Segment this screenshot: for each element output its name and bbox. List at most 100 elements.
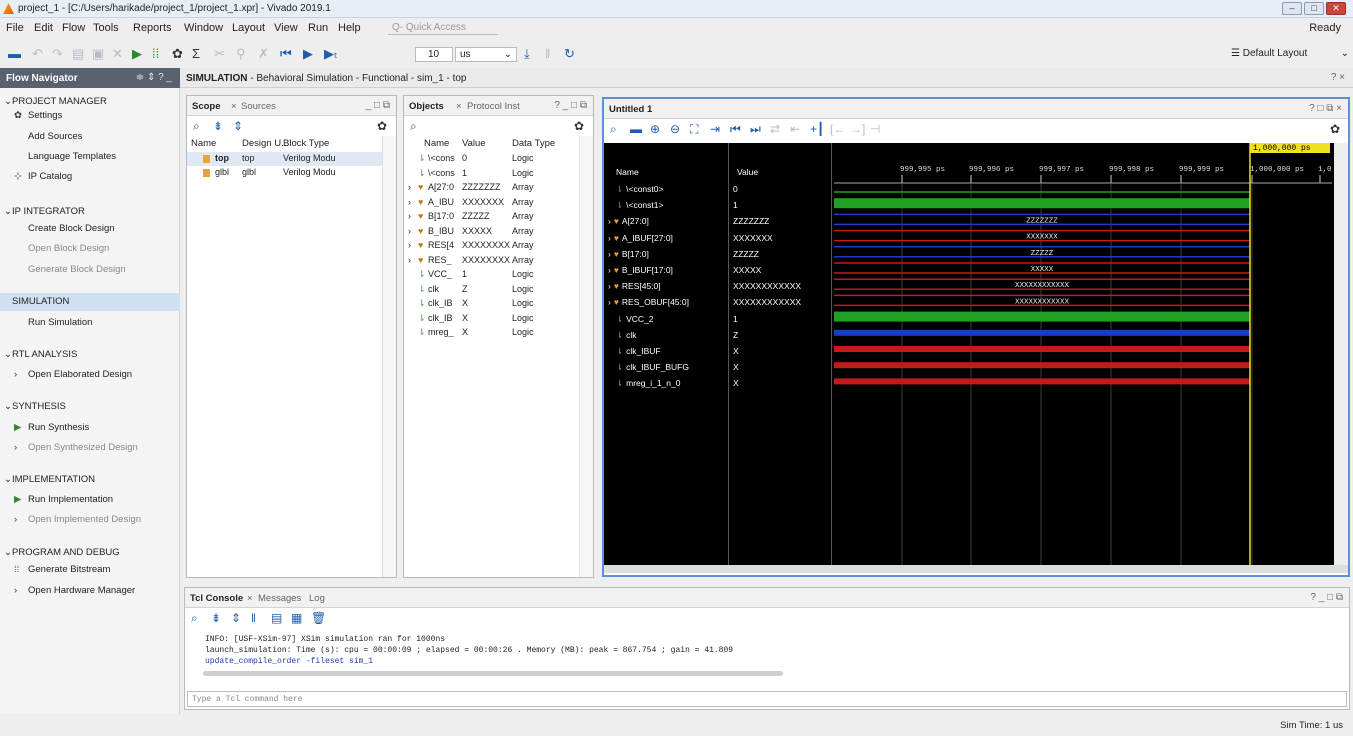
waveform-controls[interactable]: ? □ ⧉ × — [1309, 103, 1342, 114]
menu-flow[interactable]: Flow — [62, 22, 85, 34]
menu-tools[interactable]: Tools — [93, 22, 119, 34]
waveform-plot[interactable]: 1,000,000 ps 999,995 ps 999,996 ps 999,997 … — [834, 143, 1332, 565]
waveform-signal-name[interactable]: › ♥ B_IBUF[17:0] — [608, 265, 673, 275]
run-icon[interactable]: ▶ — [132, 47, 142, 60]
zoom-in-icon[interactable]: ⊕ — [650, 122, 660, 136]
pause-icon[interactable]: ‖ — [545, 47, 550, 60]
flow-nav-item-9[interactable]: ⌄SIMULATION — [0, 293, 180, 311]
waveform-signal-name[interactable]: ⇂ clk_IBUF — [608, 346, 661, 357]
flow-nav-item-4[interactable]: ⊹ IP Catalog — [14, 171, 72, 182]
menu-view[interactable]: View — [274, 22, 298, 34]
expand-icon[interactable]: › — [608, 216, 611, 226]
goto-start-icon[interactable]: ⏮ — [730, 122, 741, 137]
flow-nav-item-7[interactable]: Open Block Design — [28, 243, 109, 254]
tab-sources[interactable]: Sources — [241, 101, 276, 112]
snap-icon[interactable]: ⊣ — [870, 122, 880, 136]
flow-nav-item-21[interactable]: › Open Hardware Manager — [14, 585, 135, 596]
column-header-data-type[interactable]: Data Type — [512, 138, 555, 149]
copy-icon[interactable]: ▤ — [271, 611, 282, 625]
flow-nav-item-20[interactable]: ⁞⁞ Generate Bitstream — [14, 564, 110, 575]
flow-nav-item-0[interactable]: ⌄ PROJECT MANAGER — [4, 96, 107, 107]
menu-reports[interactable]: Reports — [133, 22, 172, 34]
expand-icon[interactable]: › — [408, 255, 411, 265]
minimize-button[interactable]: – — [1282, 2, 1302, 15]
column-header-name[interactable]: Name — [191, 138, 216, 149]
table-row[interactable]: › ♥ B_IBU XXXXX Array — [404, 225, 579, 239]
tab-protocol-inst[interactable]: Protocol Inst — [467, 101, 520, 112]
tcl-hscrollbar[interactable] — [203, 671, 783, 676]
table-row[interactable]: ⇂ clk_IB X Logic — [404, 297, 579, 311]
waveform-signal-name[interactable]: › ♥ RES[45:0] — [608, 281, 661, 291]
waveform-signal-name[interactable]: ⇂ \<const0> — [608, 184, 663, 195]
waveform-signal-name[interactable]: › ♥ B[17:0] — [608, 249, 649, 259]
column-header-design-unit[interactable]: Design U... — [242, 138, 289, 149]
table-row[interactable]: › ♥ B[17:0 ZZZZZ Array — [404, 210, 579, 224]
close-icon[interactable]: × — [456, 101, 462, 112]
gear-icon[interactable]: ✿ — [574, 119, 584, 133]
time-unit-select[interactable]: us ⌄ — [455, 47, 517, 62]
step-icon[interactable]: ⤓ — [524, 47, 530, 60]
bitstream-icon[interactable]: ⁞⁞ — [152, 47, 159, 60]
waveform-vscrollbar[interactable] — [1334, 143, 1348, 565]
table-row[interactable]: › ♥ RES_ XXXXXXXXXXArray — [404, 254, 579, 268]
restart-icon[interactable]: ⏮ — [280, 47, 292, 60]
flow-nav-item-5[interactable]: ⌄ IP INTEGRATOR — [4, 206, 85, 217]
delete-icon[interactable]: ✕ — [112, 47, 123, 60]
tab-tcl-console[interactable]: Tcl Console — [190, 593, 243, 604]
flow-nav-item-2[interactable]: Add Sources — [28, 131, 82, 142]
table-row[interactable]: ⇂ VCC_ 1 Logic — [404, 268, 579, 282]
tcl-command-input[interactable]: Type a Tcl command here — [187, 691, 1347, 707]
table-row[interactable]: ⇂ mreg_ X Logic — [404, 326, 579, 340]
table-row[interactable]: ⇂ clk Z Logic — [404, 283, 579, 297]
flow-nav-item-19[interactable]: ⌄ PROGRAM AND DEBUG — [4, 547, 120, 558]
table-row[interactable]: top top Verilog Modu — [187, 152, 382, 166]
expand-icon[interactable]: › — [408, 240, 411, 250]
tab-scope[interactable]: Scope — [192, 101, 221, 112]
run-time-input[interactable]: 10 — [415, 47, 453, 62]
scope-scrollbar[interactable] — [382, 136, 396, 577]
maximize-button[interactable]: □ — [1304, 2, 1324, 15]
paste-icon[interactable]: ▣ — [92, 47, 104, 60]
swap-icon[interactable]: ⇄ — [770, 122, 780, 136]
waveform-signal-name[interactable]: ⇂ \<const1> — [608, 200, 663, 211]
waveform-signal-name[interactable]: ⇂ VCC_2 — [608, 314, 654, 325]
layout-select[interactable]: ☰ Default Layout ⌄ — [1231, 47, 1349, 63]
column-header-name[interactable]: Name — [424, 138, 449, 149]
table-row[interactable]: ⇂ \<cons 0 Logic — [404, 152, 579, 166]
column-header-block-type[interactable]: Block Type — [283, 138, 329, 149]
tab-log[interactable]: Log — [309, 593, 325, 604]
waveform-signal-name[interactable]: ⇂ mreg_i_1_n_0 — [608, 378, 680, 389]
table-icon[interactable]: ▦ — [291, 611, 302, 625]
objects-controls[interactable]: ? _ □ ⧉ — [554, 100, 587, 111]
waveform-signal-name[interactable]: ⇂ clk_IBUF_BUFG — [608, 362, 689, 373]
expand-icon[interactable]: › — [408, 197, 411, 207]
add-marker-icon[interactable]: +┃ — [810, 122, 824, 136]
close-window-button[interactable]: ✕ — [1326, 2, 1346, 15]
menu-help[interactable]: Help — [338, 22, 361, 34]
flow-nav-item-11[interactable]: ⌄ RTL ANALYSIS — [4, 349, 77, 360]
redo-icon[interactable]: ↷ — [52, 47, 63, 60]
expand-icon[interactable]: › — [608, 265, 611, 275]
flow-nav-item-6[interactable]: Create Block Design — [28, 223, 115, 234]
previous-marker-icon[interactable]: [← — [830, 122, 845, 136]
flow-nav-item-3[interactable]: Language Templates — [28, 151, 116, 162]
flow-nav-item-16[interactable]: ⌄ IMPLEMENTATION — [4, 474, 95, 485]
table-row[interactable]: glbl glbl Verilog Modu — [187, 166, 382, 180]
tab-objects[interactable]: Objects — [409, 101, 444, 112]
menu-window[interactable]: Window — [184, 22, 223, 34]
search-icon[interactable]: ⌕ — [610, 122, 617, 137]
search-icon[interactable]: ⌕ — [191, 611, 198, 626]
goto-cursor-icon[interactable]: ⇥ — [710, 122, 720, 136]
zoom-out-icon[interactable]: ⊖ — [670, 122, 680, 136]
search-icon[interactable]: ⌕ — [410, 119, 417, 134]
menu-run[interactable]: Run — [308, 22, 328, 34]
objects-scrollbar[interactable] — [579, 136, 593, 577]
waveform-signal-name[interactable]: › ♥ A[27:0] — [608, 216, 649, 226]
flow-nav-item-1[interactable]: ✿ Settings — [14, 110, 62, 121]
table-row[interactable]: › ♥ RES[4 XXXXXXXXXXArray — [404, 239, 579, 253]
waveform-signal-name[interactable]: › ♥ RES_OBUF[45:0] — [608, 297, 689, 307]
cut-icon[interactable]: ✂ — [214, 47, 225, 60]
flow-nav-item-12[interactable]: › Open Elaborated Design — [14, 369, 132, 380]
close-icon[interactable]: × — [231, 101, 237, 112]
gear-icon[interactable]: ✿ — [1330, 122, 1340, 136]
